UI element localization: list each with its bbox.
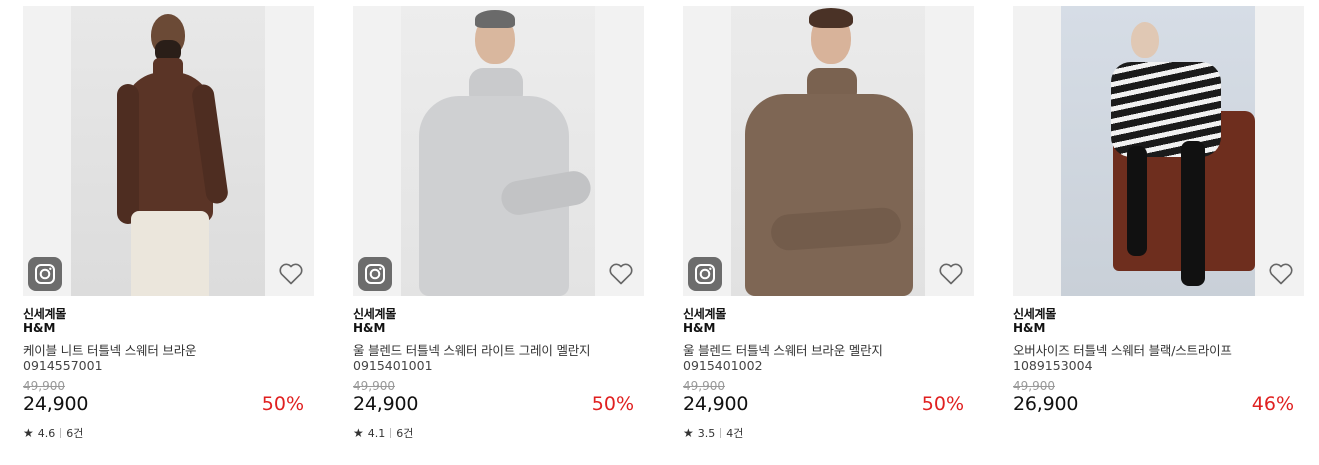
rating-summary: ★ 4.1 6건 (353, 425, 413, 441)
instagram-icon (365, 264, 385, 284)
product-card[interactable]: 신세계몰 H&M 울 블렌드 터틀넥 스웨터 라이트 그레이 멜란지 09154… (353, 6, 644, 456)
divider (720, 428, 722, 438)
rating-summary: ★ 3.5 4건 (683, 425, 743, 441)
rating-value: 4.1 (367, 426, 386, 440)
product-name[interactable]: 오버사이즈 터틀넥 스웨터 블랙/스트라이프 (1013, 340, 1232, 359)
instagram-badge[interactable] (358, 257, 392, 291)
product-code: 1089153004 (1013, 358, 1093, 373)
original-price: 49,900 (1013, 379, 1055, 393)
sweater-shape (745, 94, 913, 296)
product-image[interactable] (353, 6, 644, 296)
star-icon: ★ (353, 426, 364, 440)
product-name[interactable]: 울 블렌드 터틀넥 스웨터 브라운 멜란지 (683, 340, 883, 359)
original-price: 49,900 (353, 379, 395, 393)
store-name: 신세계몰 (23, 307, 66, 321)
product-image[interactable] (1013, 6, 1304, 296)
sale-price: 24,900 (353, 393, 419, 415)
product-grid: 신세계몰 H&M 케이블 니트 터틀넥 스웨터 브라운 0914557001 4… (0, 0, 1319, 465)
sweater-shape (1111, 62, 1221, 157)
product-photo (731, 6, 925, 296)
brand-name: H&M (1013, 321, 1046, 335)
discount-rate: 46% (1251, 393, 1294, 415)
sale-price: 24,900 (23, 393, 89, 415)
product-code: 0915401001 (353, 358, 433, 373)
discount-rate: 50% (921, 393, 964, 415)
original-price: 49,900 (683, 379, 725, 393)
product-card[interactable]: 신세계몰 H&M 오버사이즈 터틀넥 스웨터 블랙/스트라이프 10891530… (1013, 6, 1304, 456)
brand-name: H&M (23, 321, 56, 335)
product-name[interactable]: 케이블 니트 터틀넥 스웨터 브라운 (23, 340, 196, 359)
heart-outline-icon[interactable] (278, 262, 304, 286)
instagram-icon (695, 264, 715, 284)
store-name: 신세계몰 (353, 307, 396, 321)
product-photo (1061, 6, 1255, 296)
star-icon: ★ (683, 426, 694, 440)
rating-value: 3.5 (697, 426, 716, 440)
product-image[interactable] (23, 6, 314, 296)
review-count: 6건 (66, 427, 84, 440)
store-name: 신세계몰 (1013, 307, 1056, 321)
review-count: 6건 (396, 427, 414, 440)
divider (60, 428, 62, 438)
product-photo (401, 6, 595, 296)
review-count: 4건 (726, 427, 744, 440)
heart-outline-icon[interactable] (608, 262, 634, 286)
product-photo (71, 6, 265, 296)
heart-outline-icon[interactable] (1268, 262, 1294, 286)
product-code: 0914557001 (23, 358, 103, 373)
instagram-icon (35, 264, 55, 284)
store-name: 신세계몰 (683, 307, 726, 321)
brand-name: H&M (683, 321, 716, 335)
sale-price: 24,900 (683, 393, 749, 415)
brand-name: H&M (353, 321, 386, 335)
heart-outline-icon[interactable] (938, 262, 964, 286)
original-price: 49,900 (23, 379, 65, 393)
instagram-badge[interactable] (28, 257, 62, 291)
rating-summary: ★ 4.6 6건 (23, 425, 83, 441)
discount-rate: 50% (591, 393, 634, 415)
product-name[interactable]: 울 블렌드 터틀넥 스웨터 라이트 그레이 멜란지 (353, 340, 591, 359)
discount-rate: 50% (261, 393, 304, 415)
instagram-badge[interactable] (688, 257, 722, 291)
star-icon: ★ (23, 426, 34, 440)
product-image[interactable] (683, 6, 974, 296)
sale-price: 26,900 (1013, 393, 1079, 415)
divider (390, 428, 392, 438)
product-code: 0915401002 (683, 358, 763, 373)
product-card[interactable]: 신세계몰 H&M 울 블렌드 터틀넥 스웨터 브라운 멜란지 091540100… (683, 6, 974, 456)
product-card[interactable]: 신세계몰 H&M 케이블 니트 터틀넥 스웨터 브라운 0914557001 4… (23, 6, 314, 456)
rating-value: 4.6 (37, 426, 56, 440)
